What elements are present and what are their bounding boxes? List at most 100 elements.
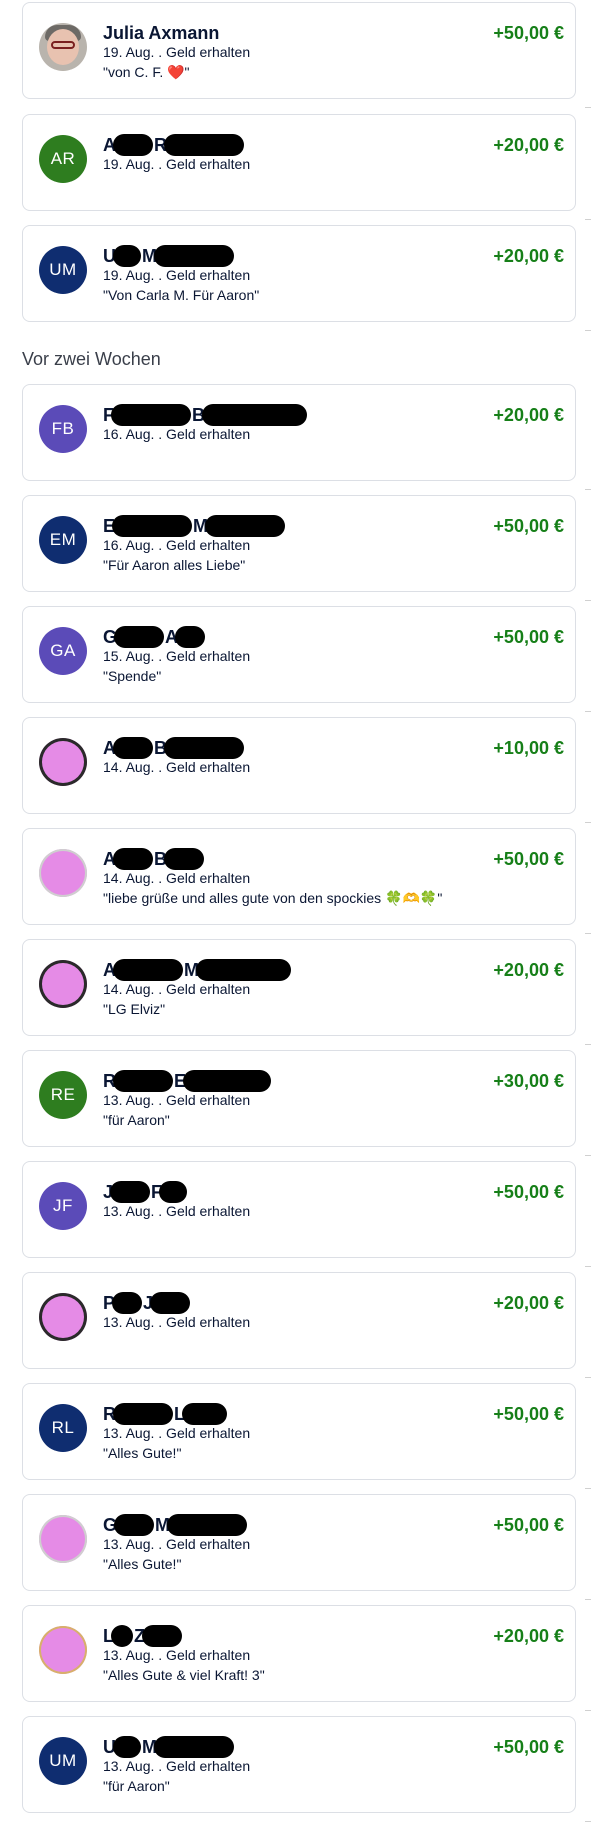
avatar: EM [39, 516, 87, 564]
transaction-note: "Spende" [103, 668, 162, 684]
redaction-mark [113, 134, 153, 156]
transaction-card[interactable]: L Z 13. Aug. . Geld erhalten "Alles Gute & … [22, 1605, 576, 1702]
transaction-date-status: 13. Aug. . Geld erhalten [103, 1536, 251, 1552]
edge-divider [585, 1488, 591, 1489]
transaction-card[interactable]: UM U M 13. Aug. . Geld erhalten "für Aaron" +… [22, 1716, 576, 1813]
transaction-note: "für Aaron" [103, 1112, 170, 1128]
redaction-mark [164, 134, 244, 156]
sender-name: JF [103, 1181, 188, 1203]
sender-name: PJ [103, 1292, 191, 1314]
transaction-card[interactable]: AR A R 19. Aug. . Geld erhalten +20,00 € [22, 114, 576, 211]
redaction-mark [205, 515, 286, 537]
transaction-note: "von C. F. ❤️" [103, 64, 190, 80]
avatar: FB [39, 405, 87, 453]
redaction-mark [110, 1181, 151, 1203]
transaction-card[interactable]: JF J F 13. Aug. . Geld erhalten +50,00 € [22, 1161, 576, 1258]
redaction-mark [113, 1070, 173, 1092]
transaction-note: "Für Aaron alles Liebe" [103, 557, 246, 573]
transaction-amount: +50,00 € [493, 23, 564, 43]
transaction-card[interactable]: RE R E 13. Aug. . Geld erhalten "für Aaron" +… [22, 1050, 576, 1147]
edge-divider [585, 107, 591, 108]
edge-divider [585, 711, 591, 712]
sender-name: UM [103, 1736, 235, 1758]
edge-divider [585, 1710, 591, 1711]
avatar-initials: GA [50, 641, 76, 660]
transaction-card[interactable]: G M 13. Aug. . Geld erhalten "Alles Gute!" +… [22, 1494, 576, 1591]
transaction-amount: +20,00 € [493, 405, 564, 425]
redaction-mark [113, 737, 153, 759]
transaction-card[interactable]: FB F B 16. Aug. . Geld erhalten +20,00 € [22, 384, 576, 481]
redaction-mark [114, 1514, 155, 1536]
sender-name: LZ [103, 1625, 183, 1647]
redaction-mark [202, 404, 307, 426]
edge-divider [585, 330, 591, 331]
transaction-note: "LG Elviz" [103, 1001, 166, 1017]
redaction-mark [182, 1403, 227, 1425]
transaction-card[interactable]: UM U M 19. Aug. . Geld erhalten "Von Carla M… [22, 225, 576, 322]
sender-name: Julia Axmann [103, 22, 219, 44]
redaction-mark [183, 1070, 272, 1092]
transaction-card[interactable]: A B 14. Aug. . Geld erhalten +10,00 € [22, 717, 576, 814]
transaction-amount: +30,00 € [493, 1071, 564, 1091]
avatar: UM [39, 1737, 87, 1785]
redaction-mark [196, 959, 291, 981]
transaction-note: "Alles Gute!" [103, 1445, 182, 1461]
transaction-card[interactable]: EM E M 16. Aug. . Geld erhalten "Für Aaron a… [22, 495, 576, 592]
transaction-date-status: 15. Aug. . Geld erhalten [103, 648, 251, 664]
section-header-two-weeks-ago: Vor zwei Wochen [22, 349, 161, 369]
sender-name: FB [103, 404, 308, 426]
transaction-date-status: 19. Aug. . Geld erhalten [103, 267, 251, 283]
transaction-amount: +50,00 € [493, 516, 564, 536]
sender-name-part: Julia Axmann [103, 23, 220, 43]
edge-divider [585, 1155, 591, 1156]
transaction-amount: +20,00 € [493, 1626, 564, 1646]
transaction-card[interactable]: A B 14. Aug. . Geld erhalten "liebe grüße u… [22, 828, 576, 925]
avatar: RL [39, 1404, 87, 1452]
transaction-amount: +50,00 € [493, 849, 564, 869]
avatar: UM [39, 246, 87, 294]
transaction-amount: +50,00 € [493, 627, 564, 647]
transaction-amount: +20,00 € [493, 135, 564, 155]
avatar: RE [39, 1071, 87, 1119]
edge-divider [585, 933, 591, 934]
transaction-note: "Alles Gute & viel Kraft! 3" [103, 1667, 265, 1683]
transaction-amount: +50,00 € [493, 1404, 564, 1424]
sender-name: AM [103, 959, 292, 981]
sender-name: AR [103, 134, 245, 156]
transaction-date-status: 13. Aug. . Geld erhalten [103, 1425, 251, 1441]
transaction-card[interactable]: RL R L 13. Aug. . Geld erhalten "Alles Gute!… [22, 1383, 576, 1480]
transaction-amount: +10,00 € [493, 738, 564, 758]
edge-divider [585, 1821, 591, 1822]
redaction-mark [154, 245, 234, 267]
avatar-photo-redacted [39, 738, 87, 786]
transaction-date-status: 14. Aug. . Geld erhalten [103, 870, 251, 886]
transaction-amount: +20,00 € [493, 1293, 564, 1313]
edge-divider [585, 600, 591, 601]
sender-name: AB [103, 848, 205, 870]
redaction-mark [113, 1736, 141, 1758]
redaction-mark [113, 1403, 173, 1425]
avatar-photo-redacted [39, 1626, 87, 1674]
transaction-note: "Von Carla M. Für Aaron" [103, 287, 260, 303]
edge-divider [585, 219, 591, 220]
transaction-date-status: 19. Aug. . Geld erhalten [103, 156, 251, 172]
transaction-note: "liebe grüße und alles gute von den spoc… [103, 890, 443, 906]
transaction-card[interactable]: P J 13. Aug. . Geld erhalten +20,00 € [22, 1272, 576, 1369]
transaction-date-status: 13. Aug. . Geld erhalten [103, 1314, 251, 1330]
redaction-mark [111, 404, 191, 426]
redaction-mark [112, 515, 193, 537]
avatar-initials: UM [49, 260, 77, 279]
transaction-note: "Alles Gute!" [103, 1556, 182, 1572]
transaction-card[interactable]: GA G A 15. Aug. . Geld erhalten "Spende" +50,… [22, 606, 576, 703]
avatar-photo-redacted [39, 1515, 87, 1563]
transaction-date-status: 16. Aug. . Geld erhalten [103, 426, 251, 442]
transaction-card[interactable]: Julia Axmann 19. Aug. . Geld erhalten "von… [22, 2, 576, 99]
transaction-card[interactable]: A M 14. Aug. . Geld erhalten "LG Elviz" +20,… [22, 939, 576, 1036]
transaction-feed: Vor zwei Wochen Julia Axmann 19. Aug. . G… [0, 0, 591, 1824]
redaction-mark [164, 737, 244, 759]
edge-divider [585, 1044, 591, 1045]
redaction-mark [112, 1292, 143, 1314]
avatar-initials: AR [50, 149, 76, 168]
avatar-photo-redacted [39, 1293, 87, 1341]
transaction-date-status: 14. Aug. . Geld erhalten [103, 981, 251, 997]
